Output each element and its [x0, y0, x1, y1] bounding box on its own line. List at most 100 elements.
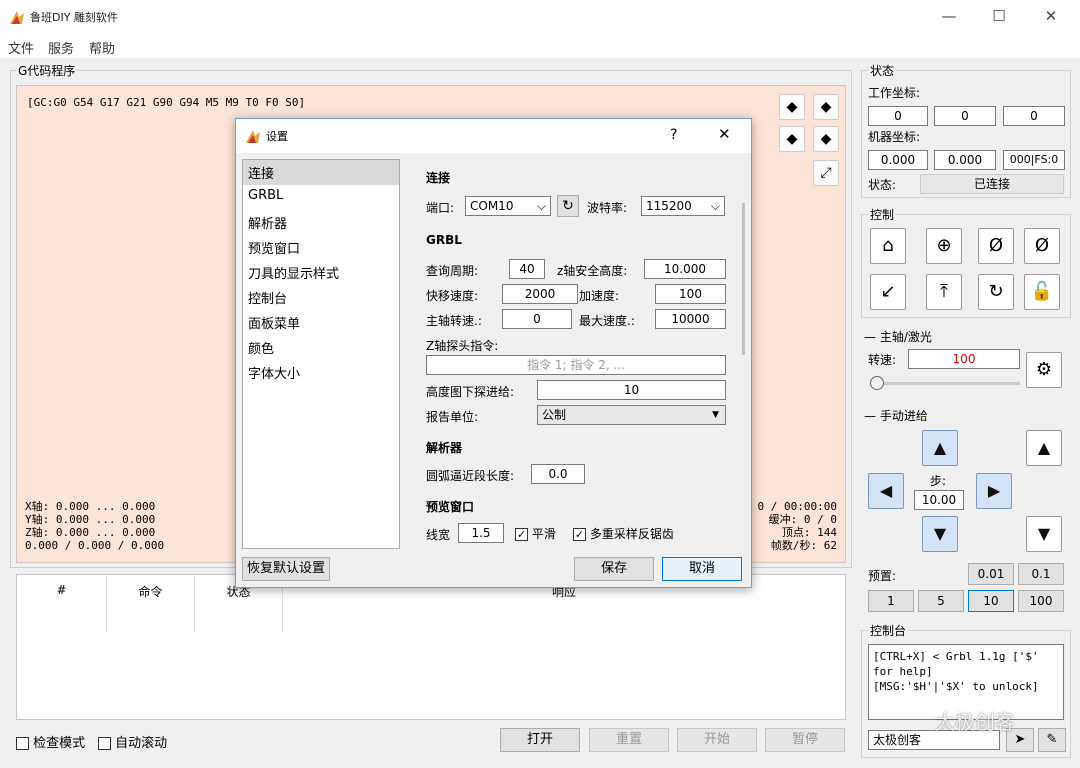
arc-input[interactable]: 0.0: [531, 464, 585, 484]
preset-10-button[interactable]: 10: [968, 590, 1014, 612]
jog-down-icon[interactable]: ▼: [922, 516, 958, 552]
settings-scrollbar[interactable]: [742, 203, 745, 355]
safe-position-icon[interactable]: ⤒: [926, 274, 962, 310]
maximize-button[interactable]: ☐: [976, 0, 1022, 34]
view-front-icon[interactable]: ◆: [779, 126, 805, 152]
reset-button[interactable]: 重置: [589, 728, 669, 752]
check-mode[interactable]: 检查模式: [16, 732, 85, 751]
jog-left-icon[interactable]: ◀: [868, 473, 904, 509]
zero-xy-icon[interactable]: Ø: [978, 228, 1014, 264]
home-icon[interactable]: ⌂: [870, 228, 906, 264]
units-select[interactable]: 公制 ▼: [537, 405, 726, 425]
gcode-table[interactable]: # 命令 状态 响应: [16, 574, 846, 720]
smooth-option[interactable]: ✓ 平滑: [515, 525, 556, 542]
state-value: 已连接: [920, 174, 1064, 194]
col-command[interactable]: 命令: [107, 575, 195, 633]
msaa-label: 多重采样反锯齿: [589, 527, 674, 541]
zsafe-input[interactable]: 10.000: [644, 259, 726, 279]
probe-input[interactable]: 指令 1; 指令 2, ...: [426, 355, 726, 375]
baud-select[interactable]: 115200 ⌵: [641, 196, 725, 216]
zero-z-icon[interactable]: Ø: [1024, 228, 1060, 264]
save-button[interactable]: 保存: [574, 557, 654, 581]
max-speed-input[interactable]: 10000: [655, 309, 726, 329]
smooth-checkbox[interactable]: ✓: [515, 528, 528, 541]
jog-right-icon[interactable]: ▶: [976, 473, 1012, 509]
col-num[interactable]: #: [17, 575, 107, 633]
preset-label: 预置:: [868, 569, 897, 583]
view-left-icon[interactable]: ◆: [813, 126, 839, 152]
auto-scroll-checkbox[interactable]: [98, 737, 111, 750]
menu-file[interactable]: 文件: [8, 38, 34, 57]
jog-up-icon[interactable]: ▲: [922, 430, 958, 466]
spindle-toggle-icon[interactable]: ⚙: [1026, 352, 1062, 388]
open-button[interactable]: 打开: [500, 728, 580, 752]
nav-item-panels[interactable]: 面板菜单: [243, 310, 399, 335]
auto-scroll[interactable]: 自动滚动: [98, 732, 167, 751]
minimize-button[interactable]: —: [926, 0, 972, 34]
nav-item-console[interactable]: 控制台: [243, 285, 399, 310]
zoom-search-icon[interactable]: ⊕: [926, 228, 962, 264]
time-info: 0 / 00:00:00: [757, 500, 837, 513]
line-width-input[interactable]: 1.5: [458, 523, 504, 543]
dialog-close-button[interactable]: ✕: [718, 125, 731, 143]
menu-bar: 文件 服务 帮助: [0, 34, 1080, 58]
port-label: 端口:: [426, 201, 455, 215]
pause-button[interactable]: 暂停: [765, 728, 845, 752]
settings-nav: 连接 GRBL 解析器 预览窗口 刀具的显示样式 控制台 面板菜单 颜色 字体大…: [242, 159, 400, 549]
query-input[interactable]: 40: [509, 259, 545, 279]
restore-defaults-button[interactable]: 恢复默认设置: [242, 557, 330, 581]
machine-coords-label: 机器坐标:: [868, 130, 921, 144]
view-iso-icon[interactable]: ◆: [779, 94, 805, 120]
nav-item-grbl[interactable]: GRBL: [243, 185, 399, 210]
spindle-speed-input[interactable]: 100: [908, 349, 1020, 369]
view-top-icon[interactable]: ◆: [813, 94, 839, 120]
msaa-checkbox[interactable]: ✓: [573, 528, 586, 541]
preset-0-01-button[interactable]: 0.01: [968, 563, 1014, 585]
nav-item-connection[interactable]: 连接: [243, 160, 399, 185]
cancel-button[interactable]: 取消: [662, 557, 742, 581]
app-logo-icon: [246, 130, 260, 143]
probe-feed-input[interactable]: 10: [537, 380, 726, 400]
step-input[interactable]: 10.00: [914, 490, 964, 510]
dropdown-arrow-icon: ▼: [712, 410, 719, 420]
spindle-speed-input[interactable]: 0: [502, 309, 572, 329]
menu-service[interactable]: 服务: [48, 38, 74, 57]
msaa-option[interactable]: ✓ 多重采样反锯齿: [573, 525, 674, 542]
start-button[interactable]: 开始: [677, 728, 757, 752]
axis-size: 0.000 / 0.000 / 0.000: [25, 539, 165, 552]
spindle-slider-handle[interactable]: [870, 376, 884, 390]
accel-input[interactable]: 100: [655, 284, 726, 304]
probe-feed-label: 高度图下探进给:: [426, 385, 515, 399]
close-button[interactable]: ✕: [1028, 0, 1074, 34]
jog-z-down-icon[interactable]: ▼: [1026, 516, 1062, 552]
nav-item-colors[interactable]: 颜色: [243, 335, 399, 360]
vertices-info: 顶点: 144: [781, 526, 837, 539]
state-label: 状态:: [868, 178, 897, 192]
nav-item-tool-style[interactable]: 刀具的显示样式: [243, 260, 399, 285]
units-value: 公制: [542, 408, 567, 422]
check-mode-checkbox[interactable]: [16, 737, 29, 750]
query-label: 查询周期:: [426, 264, 479, 278]
refresh-icon[interactable]: ↻: [557, 195, 579, 217]
clear-icon[interactable]: ✎: [1038, 728, 1066, 752]
dialog-help-button[interactable]: ?: [670, 127, 677, 143]
restore-origin-icon[interactable]: ↙: [870, 274, 906, 310]
nav-item-parser[interactable]: 解析器: [243, 210, 399, 235]
spindle-slider-track[interactable]: [872, 382, 1020, 385]
preset-0-1-button[interactable]: 0.1: [1018, 563, 1064, 585]
dialog-footer: 恢复默认设置 保存 取消: [236, 553, 751, 587]
preset-1-button[interactable]: 1: [868, 590, 914, 612]
port-select[interactable]: COM10 ⌵: [465, 196, 551, 216]
nav-item-preview[interactable]: 预览窗口: [243, 235, 399, 260]
jog-title: — 手动进给: [864, 409, 928, 423]
rapid-input[interactable]: 2000: [502, 284, 578, 304]
menu-help[interactable]: 帮助: [89, 38, 115, 57]
jog-z-up-icon[interactable]: ▲: [1026, 430, 1062, 466]
preset-100-button[interactable]: 100: [1018, 590, 1064, 612]
buffer-info: 缓冲: 0 / 0: [768, 513, 837, 526]
fit-view-icon[interactable]: ⤢: [813, 160, 839, 186]
nav-item-font-size[interactable]: 字体大小: [243, 360, 399, 385]
unlock-icon[interactable]: 🔓: [1024, 274, 1060, 310]
reset-icon[interactable]: ↻: [978, 274, 1014, 310]
preset-5-button[interactable]: 5: [918, 590, 964, 612]
